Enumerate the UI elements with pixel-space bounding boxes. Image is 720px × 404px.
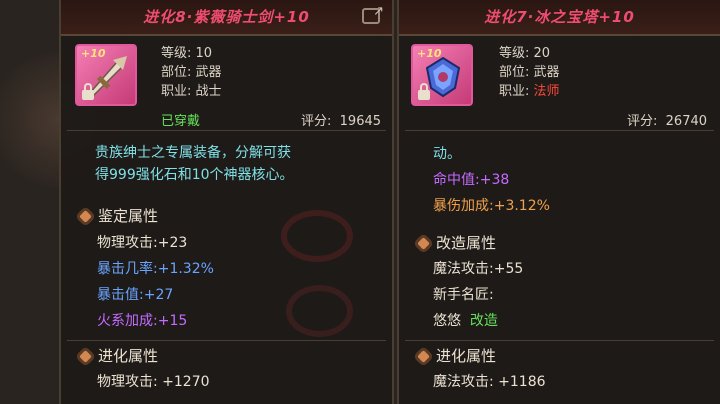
item-tooltip-right: 进化7·冰之宝塔+10 +10 等级: 20 部位: 武器 职业: 法师 评分:… [397,0,720,404]
item-slot-type: 武器 [195,65,222,80]
list-item: 暴击值:+27 [97,287,174,303]
diamond-icon [79,210,92,223]
divider [405,340,714,341]
evolve-list: 魔法攻击: +1186 [433,369,546,395]
evolve-section-title: 进化属性 [79,345,158,366]
list-item: 新手名匠: [433,287,494,303]
item-info: 等级: 20 部位: 武器 职业: 法师 [499,46,560,99]
divider [67,340,386,341]
modify-list: 魔法攻击:+55 新手名匠: 悠悠 改造 [433,256,523,334]
item-class: 战士 [195,84,222,99]
list-item: 暴伤加成:+3.12% [433,198,550,214]
list-item: 暴击几率:+1.32% [97,261,214,277]
modify-section-title: 改造属性 [417,232,496,253]
equipped-status: 已穿戴 [161,114,201,129]
background-ring [286,285,353,337]
item-description: 贵族绅士之专属装备，分解可获 得999强化石和10个神器核心。 [95,145,294,183]
item-slot-type: 武器 [533,65,560,80]
divider [67,130,386,131]
item-slot[interactable]: +10 [75,44,137,106]
stats-list: 命中值:+38 暴伤加成:+3.12% [433,167,550,219]
item-title: 进化7·冰之宝塔+10 [399,0,720,36]
item-score: 评分: 26740 [627,114,708,129]
item-level: 20 [533,46,551,61]
list-item: 悠悠 改造 [433,313,498,329]
diamond-icon [417,350,430,363]
list-item: 魔法攻击:+55 [433,261,524,277]
lock-icon [82,83,94,100]
list-item: 魔法攻击: +1186 [433,374,546,390]
item-description: 动。 [433,146,461,162]
diamond-icon [79,350,92,363]
list-item: 命中值:+38 [433,172,510,188]
item-level: 10 [195,46,213,61]
item-slot[interactable]: +10 [411,44,473,106]
list-item: 物理攻击:+23 [97,235,188,251]
lock-icon [418,83,430,100]
diamond-icon [417,237,430,250]
item-tooltip-left: 进化8·紫薇骑士剑+10 +10 等级: 10 部位: 武器 职业: 战士 已穿… [59,0,394,404]
item-title: 进化8·紫薇骑士剑+10 [61,0,392,36]
item-score: 评分: 19645 [301,114,382,129]
list-item: 物理攻击: +1270 [97,374,210,390]
evolve-list: 物理攻击: +1270 [97,369,210,395]
item-class: 法师 [533,84,560,99]
evolve-section-title: 进化属性 [417,345,496,366]
list-item: 火系加成:+15 [97,313,188,329]
divider [405,130,714,131]
appraisal-list: 物理攻击:+23 暴击几率:+1.32% 暴击值:+27 火系加成:+15 [97,230,214,334]
background-ring [281,210,353,262]
share-icon[interactable] [362,4,384,24]
appraisal-section-title: 鉴定属性 [79,205,158,226]
item-info: 等级: 10 部位: 武器 职业: 战士 [161,46,222,99]
